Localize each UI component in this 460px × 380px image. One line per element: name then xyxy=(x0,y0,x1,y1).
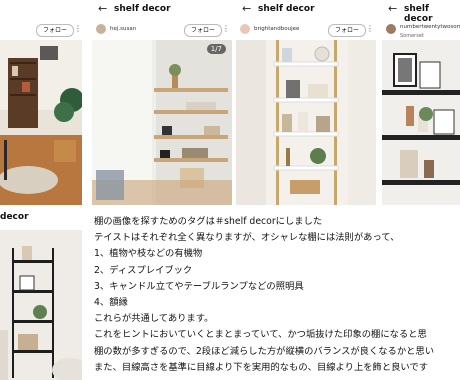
pin-photo[interactable] xyxy=(0,230,82,380)
list-item: 3、キャンドル立てやテーブルランプなどの照明具 xyxy=(94,280,304,292)
list-item: 1、植物や枝などの有機物 xyxy=(94,248,203,260)
pin-card-4[interactable]: ← shelf decor numbertwentytwosomers Some… xyxy=(382,0,460,205)
pin-user-row: フォロー ⋮ xyxy=(0,20,82,40)
article-line: これらが共通してあります。 xyxy=(94,313,214,325)
pin-card-2[interactable]: ← shelf decor hej.susan フォロー ⋮ 1/7 xyxy=(92,0,232,205)
more-options-icon[interactable]: ⋮ xyxy=(222,24,230,33)
back-arrow-icon[interactable]: ← xyxy=(388,2,397,15)
pin-photo[interactable] xyxy=(236,40,376,205)
pin-photo[interactable]: 1/7 xyxy=(92,40,232,205)
article-line: これをヒントにおいていくとまとまっていて、かつ垢抜けた印象の棚になると思 xyxy=(94,329,427,341)
username[interactable]: brightandboujee xyxy=(254,26,299,32)
pin-title: shelf decor xyxy=(114,4,171,14)
more-options-icon[interactable]: ⋮ xyxy=(366,24,374,33)
back-arrow-icon[interactable]: ← xyxy=(242,2,251,15)
username[interactable]: numbertwentytwosomers xyxy=(400,24,460,30)
pin-card-1[interactable]: フォロー ⋮ xyxy=(0,0,82,205)
list-item: 4、額縁 xyxy=(94,296,128,308)
article-line: テイストはそれぞれ全く異なりますが、オシャレな棚には法則があって、 xyxy=(94,232,400,244)
pin-header: decor xyxy=(0,208,82,228)
pin-title: shelf decor xyxy=(258,4,315,14)
avatar[interactable] xyxy=(96,24,106,34)
page-indicator: 1/7 xyxy=(206,44,226,54)
pin-header: ← shelf decor xyxy=(382,0,460,24)
pin-card-5[interactable]: decor xyxy=(0,208,82,380)
list-item: 2、ディスプレイブック xyxy=(94,264,193,276)
pin-card-3[interactable]: ← shelf decor brightandboujee フォロー ⋮ xyxy=(236,0,376,205)
more-options-icon[interactable]: ⋮ xyxy=(74,24,82,33)
pin-header: ← shelf decor xyxy=(236,0,376,20)
pin-title: decor xyxy=(0,212,29,222)
follow-button[interactable]: フォロー xyxy=(184,24,223,37)
back-arrow-icon[interactable]: ← xyxy=(98,2,107,15)
follow-button[interactable]: フォロー xyxy=(36,24,75,37)
user-location: Somerset xyxy=(400,33,424,39)
follow-button[interactable]: フォロー xyxy=(328,24,367,37)
article-text: 棚の画像を探すためのタグは＃shelf decorにしました テイストはそれぞれ… xyxy=(94,214,460,380)
pin-photo[interactable] xyxy=(0,40,82,205)
avatar[interactable] xyxy=(240,24,250,34)
article-line: 棚の数が多すぎるので、2段ほど減らした方が縦横のバランスが良くなるかと思い xyxy=(94,345,435,357)
article-line: また、目線高さを基準に目線より下を実用的なもの、目線より上を飾と良いです xyxy=(94,361,429,373)
pin-user-row: brightandboujee フォロー ⋮ xyxy=(236,20,376,40)
pin-header: ← shelf decor xyxy=(92,0,232,20)
pin-photo[interactable] xyxy=(382,40,460,205)
avatar[interactable] xyxy=(386,24,396,34)
pin-user-row: hej.susan フォロー ⋮ xyxy=(92,20,232,40)
article-line: 棚の画像を探すためのタグは＃shelf decorにしました xyxy=(94,216,323,227)
username[interactable]: hej.susan xyxy=(110,26,136,32)
pin-user-row: numbertwentytwosomers Somerset xyxy=(382,20,460,40)
